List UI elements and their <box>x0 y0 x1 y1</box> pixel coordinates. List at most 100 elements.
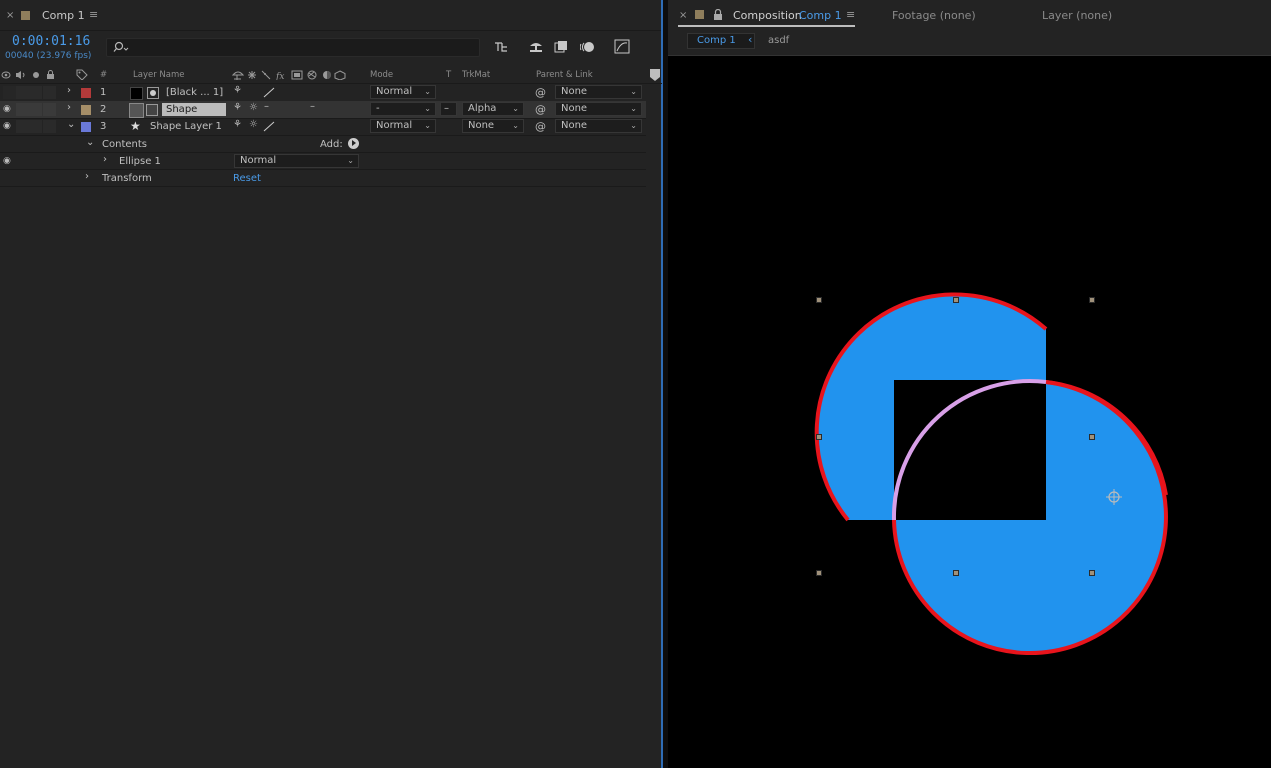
parent-pickwhip-icon[interactable]: @ <box>535 103 546 116</box>
parent-pickwhip-icon[interactable]: @ <box>535 120 546 133</box>
shy-switch-icon[interactable]: ⚘ <box>233 102 242 113</box>
bounding-box-handle[interactable] <box>953 297 959 303</box>
preserve-transparency-toggle[interactable]: – <box>440 102 457 116</box>
composition-tab-label[interactable]: Composition <box>733 9 802 22</box>
label-color[interactable] <box>81 122 91 132</box>
graph-editor-icon[interactable] <box>614 39 630 54</box>
trkmat-dropdown[interactable]: None ⌄ <box>462 119 524 133</box>
quality-switch-icon[interactable]: – <box>264 101 269 112</box>
lock-toggle[interactable] <box>43 120 56 133</box>
number-column-header[interactable]: # <box>100 70 107 80</box>
layer-type-icon <box>147 87 159 99</box>
composition-tab-name[interactable]: Comp 1 <box>799 9 842 22</box>
bounding-box-handle[interactable] <box>1089 570 1095 576</box>
layer-name[interactable]: [Black ... 1] <box>166 87 223 98</box>
expand-chevron-icon[interactable]: › <box>103 154 107 165</box>
frame-blend-switch-icon[interactable]: – <box>310 101 315 112</box>
layer-name[interactable]: Shape <box>166 104 197 115</box>
ellipse-label[interactable]: Ellipse 1 <box>119 156 161 167</box>
lock-icon[interactable] <box>713 9 723 20</box>
label-color[interactable] <box>81 88 91 98</box>
bounding-box-handle[interactable] <box>1089 434 1095 440</box>
shape-matte-ellipse[interactable] <box>891 379 1168 656</box>
layer-name[interactable]: Shape Layer 1 <box>150 121 222 132</box>
layer-tab[interactable]: Layer (none) <box>1042 9 1112 22</box>
quality-switch-icon[interactable] <box>263 87 275 98</box>
blend-mode-dropdown[interactable]: Normal ⌄ <box>234 154 359 168</box>
layer-search-input[interactable] <box>106 38 480 57</box>
parent-dropdown[interactable]: None ⌄ <box>555 119 642 133</box>
transform-label[interactable]: Transform <box>102 173 152 184</box>
tab-comp-1[interactable]: Comp 1 <box>42 9 85 22</box>
audio-toggle[interactable] <box>16 103 29 116</box>
eye-icon[interactable]: ◉ <box>3 121 11 131</box>
mode-dropdown[interactable]: - ⌄ <box>370 102 436 116</box>
layer-number: 1 <box>100 87 107 98</box>
expand-chevron-icon[interactable]: › <box>85 171 89 182</box>
contents-label: Contents <box>102 139 147 150</box>
expand-chevron-icon[interactable]: › <box>67 85 71 96</box>
reset-link[interactable]: Reset <box>233 173 261 184</box>
layer-name-column-header[interactable]: Layer Name <box>133 70 184 80</box>
shy-switch-icon[interactable]: ⚘ <box>233 119 242 130</box>
expand-chevron-icon[interactable]: › <box>67 102 71 113</box>
trkmat-dropdown[interactable]: Alpha ⌄ <box>462 102 524 116</box>
bounding-box-handle[interactable] <box>953 570 959 576</box>
comp-mini-flowchart-icon[interactable] <box>494 40 510 54</box>
parent-pickwhip-icon[interactable]: @ <box>535 86 546 99</box>
layer-row-selected[interactable]: ◉ › 2 Shape ⚘ ☼ – – - ⌄ – Alpha ⌄ @ None ⌄ <box>0 101 646 118</box>
motion-blur-icon[interactable] <box>580 40 596 54</box>
current-time-marker-icon[interactable] <box>649 68 661 82</box>
layer-switches-header-icons: fx <box>232 70 346 80</box>
trkmat-column-header[interactable]: TrkMat <box>462 70 490 80</box>
contents-chevron-icon[interactable]: ⌄ <box>86 137 94 148</box>
t-column-header[interactable]: T <box>446 70 451 80</box>
collapse-switch-icon[interactable]: ☼ <box>249 119 258 130</box>
close-tab-icon[interactable]: × <box>679 10 687 21</box>
add-property-button[interactable] <box>348 138 359 149</box>
composition-tab-bar: × Composition Comp 1 ≡ Footage (none) La… <box>668 0 1271 30</box>
breadcrumb-asdf[interactable]: asdf <box>768 35 789 46</box>
lock-toggle[interactable] <box>43 86 56 99</box>
switches-header-icons <box>1 70 54 79</box>
close-tab-icon[interactable]: × <box>6 10 14 21</box>
parent-dropdown[interactable]: None ⌄ <box>555 85 642 99</box>
lock-toggle[interactable] <box>43 103 56 116</box>
footage-tab[interactable]: Footage (none) <box>892 9 976 22</box>
collapse-switch-icon[interactable]: ☼ <box>249 102 258 113</box>
eye-icon[interactable]: ◉ <box>3 156 11 166</box>
parent-link-column-header[interactable]: Parent & Link <box>536 70 593 80</box>
audio-toggle[interactable] <box>16 86 29 99</box>
mode-dropdown[interactable]: Normal ⌄ <box>370 85 436 99</box>
mode-column-header[interactable]: Mode <box>370 70 393 80</box>
layer-row[interactable]: ◉ ⌄ 3 ★ Shape Layer 1 ⚘ ☼ Normal ⌄ None ⌄ … <box>0 118 646 135</box>
bounding-box-handle[interactable] <box>816 434 822 440</box>
frame-blending-icon[interactable] <box>554 40 570 54</box>
audio-toggle[interactable] <box>16 120 29 133</box>
label-color[interactable] <box>81 105 91 115</box>
comp-color-swatch <box>695 10 704 19</box>
solo-toggle[interactable] <box>29 103 42 116</box>
layer-type-icon <box>146 104 158 116</box>
current-time-display[interactable]: 0:00:01:16 <box>12 34 90 49</box>
collapse-chevron-icon[interactable]: ⌄ <box>67 119 75 130</box>
layer-row[interactable]: › 1 [Black ... 1] ⚘ Normal ⌄ @ None ⌄ <box>0 84 646 101</box>
shy-layers-icon[interactable] <box>528 40 544 54</box>
quality-switch-icon[interactable] <box>263 121 275 132</box>
parent-dropdown[interactable]: None ⌄ <box>555 102 642 116</box>
breadcrumb-comp-1[interactable]: Comp 1 <box>697 35 736 46</box>
panel-menu-icon[interactable]: ≡ <box>846 8 855 21</box>
panel-menu-icon[interactable]: ≡ <box>89 8 98 21</box>
shy-switch-icon[interactable]: ⚘ <box>233 85 242 96</box>
eye-icon[interactable]: ◉ <box>3 104 11 114</box>
bounding-box-handle[interactable] <box>816 570 822 576</box>
solo-toggle[interactable] <box>29 120 42 133</box>
composition-viewer[interactable] <box>668 55 1271 768</box>
svg-text:fx: fx <box>275 72 284 80</box>
solo-toggle[interactable] <box>29 86 42 99</box>
video-toggle[interactable] <box>3 86 16 99</box>
bounding-box-handle[interactable] <box>816 297 822 303</box>
bounding-box-handle[interactable] <box>1089 297 1095 303</box>
mode-dropdown[interactable]: Normal ⌄ <box>370 119 436 133</box>
active-tab-underline <box>678 25 855 27</box>
